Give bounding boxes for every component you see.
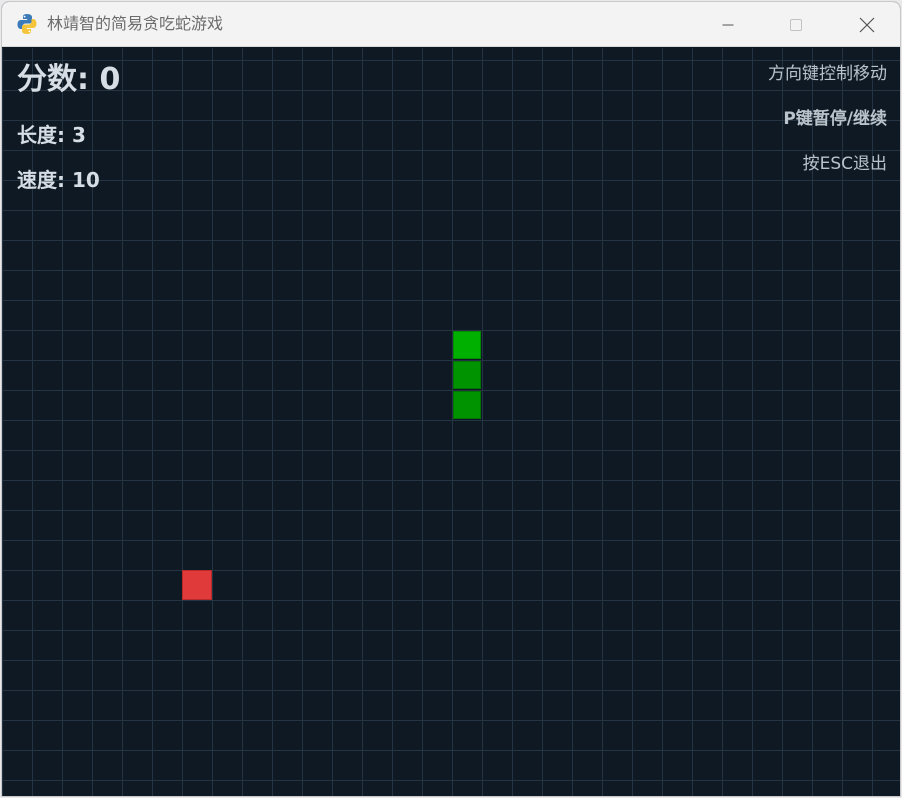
snake-head [453,331,481,359]
quit-hint: 按ESC退出 [802,154,887,174]
maximize-button[interactable] [773,2,819,47]
maximize-icon [790,18,802,31]
close-icon [859,17,875,32]
snake-body-segment [453,391,481,419]
length-display: 长度: 3 [17,123,86,147]
game-window: 林靖智的简易贪吃蛇游戏 分数: 0 长度: 3 速度: 10 方向键控制移动 P… [1,1,901,797]
game-board[interactable]: 分数: 0 长度: 3 速度: 10 方向键控制移动 P键暂停/继续 按ESC退… [2,48,900,796]
snake-body-segment [453,361,481,389]
minimize-icon [722,24,734,25]
title-bar[interactable]: 林靖智的简易贪吃蛇游戏 [2,2,900,47]
score-display: 分数: 0 [17,62,121,97]
close-button[interactable] [844,2,890,47]
window-title: 林靖智的简易贪吃蛇游戏 [47,14,224,33]
pause-hint: P键暂停/继续 [783,109,887,129]
speed-display: 速度: 10 [17,168,100,192]
python-icon [17,14,37,34]
food [182,570,212,600]
minimize-button[interactable] [705,2,751,47]
controls-hint: 方向键控制移动 [768,64,887,84]
